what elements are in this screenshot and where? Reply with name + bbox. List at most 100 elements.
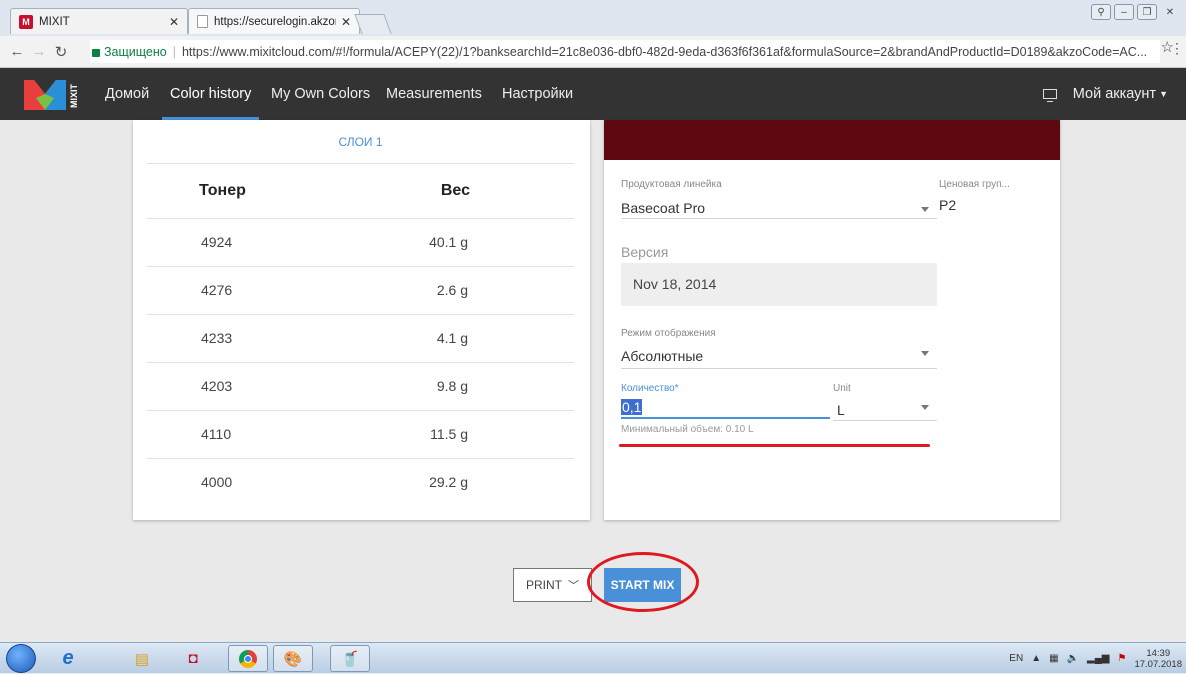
browser-toolbar: ← → ↻ Защищено | https://www.mixitcloud.… — [0, 36, 1186, 68]
display-mode-label: Режим отображения — [621, 328, 716, 339]
table-row: 4276 2.6 g — [147, 267, 574, 315]
paint-icon[interactable]: 🎨 — [273, 645, 313, 672]
annotation-red-ellipse — [587, 552, 699, 612]
windows-taskbar: e ▤ ◘ 🎨 🥤 EN ▲ ▦ 🔈 ▂▄▆ ⚑ 14:39 17.07.201… — [0, 642, 1186, 673]
table-row: 4110 11.5 g — [147, 411, 574, 459]
chrome-icon[interactable] — [228, 645, 268, 672]
browser-tab-mixit[interactable]: M MIXIT ✕ — [10, 8, 188, 34]
chevron-down-icon[interactable] — [921, 405, 929, 410]
clock-date: 17.07.2018 — [1134, 658, 1182, 670]
toner-code: 4203 — [201, 378, 233, 394]
tray-expand-icon[interactable]: ▲ — [1031, 653, 1041, 664]
secure-label: Защищено — [104, 44, 167, 59]
formula-layers-card: СЛОИ 1 Тонер Вес 4924 40.1 g 4276 2.6 g … — [133, 120, 590, 520]
browser-menu-icon[interactable]: ⋮ — [1170, 40, 1184, 57]
close-tab-icon[interactable]: ✕ — [341, 15, 351, 29]
quantity-value: 0,1 — [621, 399, 643, 415]
back-arrow-icon[interactable]: ← — [6, 43, 28, 60]
quantity-label: Количество* — [621, 383, 679, 394]
formula-details-card: Продуктовая линейка Basecoat Pro Ценовая… — [604, 120, 1060, 520]
product-line-underline — [621, 218, 937, 219]
mixit-favicon-icon: M — [19, 14, 33, 29]
version-field: Nov 18, 2014 — [621, 263, 937, 306]
toner-code: 4000 — [201, 474, 233, 490]
network-icon[interactable]: ▦ — [1049, 653, 1058, 664]
table-row: 4233 4.1 g — [147, 315, 574, 363]
browser-tabstrip: M MIXIT ✕ https://securelogin.akzon ✕ ⚲ … — [0, 0, 1186, 36]
table-row: 4203 9.8 g — [147, 363, 574, 411]
display-mode-underline — [621, 368, 937, 369]
main-content: СЛОИ 1 Тонер Вес 4924 40.1 g 4276 2.6 g … — [0, 120, 1186, 642]
tab-title: MIXIT — [39, 15, 70, 28]
column-header-toner: Тонер — [199, 182, 246, 199]
column-header-weight: Вес — [440, 182, 470, 199]
account-menu[interactable]: Мой аккаунт ▼ — [1042, 68, 1168, 120]
table-header: Тонер Вес — [147, 164, 574, 219]
window-controls: ⚲ – ❐ ✕ — [1091, 4, 1180, 20]
chevron-down-icon[interactable] — [921, 351, 929, 356]
layer-tab[interactable]: СЛОИ 1 — [147, 120, 574, 164]
quantity-input[interactable]: 0,1 — [621, 399, 830, 419]
system-clock[interactable]: 14:39 17.07.2018 — [1134, 648, 1182, 670]
min-volume-hint: Минимальный объем: 0.10 L — [621, 424, 754, 435]
toner-weight: 9.8 g — [436, 378, 468, 394]
windows-start-icon[interactable] — [6, 644, 36, 673]
user-icon[interactable]: ⚲ — [1091, 4, 1111, 20]
close-tab-icon[interactable]: ✕ — [169, 15, 179, 29]
mixit-app-icon[interactable]: 🥤 — [330, 645, 370, 672]
product-line-select[interactable]: Basecoat Pro — [621, 200, 705, 216]
toner-code: 4110 — [201, 426, 232, 442]
browser-tab-securelogin[interactable]: https://securelogin.akzon ✕ — [188, 8, 360, 34]
lock-icon — [92, 48, 100, 57]
address-bar[interactable]: Защищено | https://www.mixitcloud.com/#!… — [90, 40, 1160, 63]
version-label: Версия — [621, 244, 669, 260]
chevron-down-icon[interactable] — [921, 207, 929, 212]
file-explorer-icon[interactable]: ▤ — [122, 645, 162, 672]
toner-weight: 40.1 g — [429, 234, 468, 250]
price-group-value: P2 — [939, 197, 957, 213]
annotation-red-underline — [619, 444, 930, 447]
unit-underline — [833, 420, 937, 421]
minimize-icon[interactable]: – — [1114, 4, 1134, 20]
forward-arrow-icon[interactable]: → — [28, 43, 50, 60]
app-header: MIXIT Домой Color history My Own Colors … — [0, 68, 1186, 120]
toner-code: 4233 — [201, 330, 233, 346]
logo-text: MIXIT — [69, 83, 79, 108]
account-label: Мой аккаунт — [1072, 86, 1157, 102]
signal-icon[interactable]: ▂▄▆ — [1087, 653, 1109, 664]
nav-color-history[interactable]: Color history — [161, 68, 260, 120]
toner-code: 4924 — [201, 234, 233, 250]
toner-weight: 29.2 g — [429, 474, 468, 490]
clock-time: 14:39 — [1146, 647, 1171, 659]
maximize-icon[interactable]: ❐ — [1137, 4, 1157, 20]
reload-icon[interactable]: ↻ — [50, 43, 72, 61]
volume-icon[interactable]: 🔈 — [1067, 653, 1079, 664]
print-button[interactable]: PRINT ﹀ — [513, 568, 592, 602]
table-row: 4000 29.2 g — [147, 459, 574, 507]
mixit-logo[interactable]: MIXIT — [24, 76, 86, 112]
outlook-icon[interactable]: ◘ — [173, 645, 213, 672]
table-row: 4924 40.1 g — [147, 219, 574, 267]
language-indicator[interactable]: EN — [1009, 653, 1023, 664]
close-window-icon[interactable]: ✕ — [1160, 4, 1180, 20]
page-icon — [197, 15, 208, 28]
nav-my-own-colors[interactable]: My Own Colors — [271, 68, 370, 120]
action-center-icon[interactable]: ⚑ — [1117, 653, 1126, 664]
chevron-down-icon: ﹀ — [568, 580, 579, 592]
color-swatch — [604, 120, 1060, 160]
product-line-label: Продуктовая линейка — [621, 179, 722, 190]
display-mode-select[interactable]: Абсолютные — [621, 348, 703, 364]
toner-code: 4276 — [201, 282, 233, 298]
new-tab-button[interactable] — [354, 14, 392, 34]
price-group-label: Ценовая груп... — [939, 179, 1010, 190]
unit-select[interactable]: L — [837, 402, 845, 418]
nav-home[interactable]: Домой — [105, 68, 149, 120]
system-tray: EN ▲ ▦ 🔈 ▂▄▆ ⚑ 14:39 17.07.2018 — [1009, 643, 1182, 674]
toner-weight: 2.6 g — [436, 282, 468, 298]
nav-settings[interactable]: Настройки — [502, 68, 573, 120]
print-label: PRINT — [526, 578, 562, 592]
url-text: https://www.mixitcloud.com/#!/formula/AC… — [181, 44, 1148, 59]
nav-measurements[interactable]: Measurements — [386, 68, 482, 120]
monitor-icon[interactable] — [1042, 89, 1057, 102]
internet-explorer-icon[interactable]: e — [48, 645, 88, 672]
